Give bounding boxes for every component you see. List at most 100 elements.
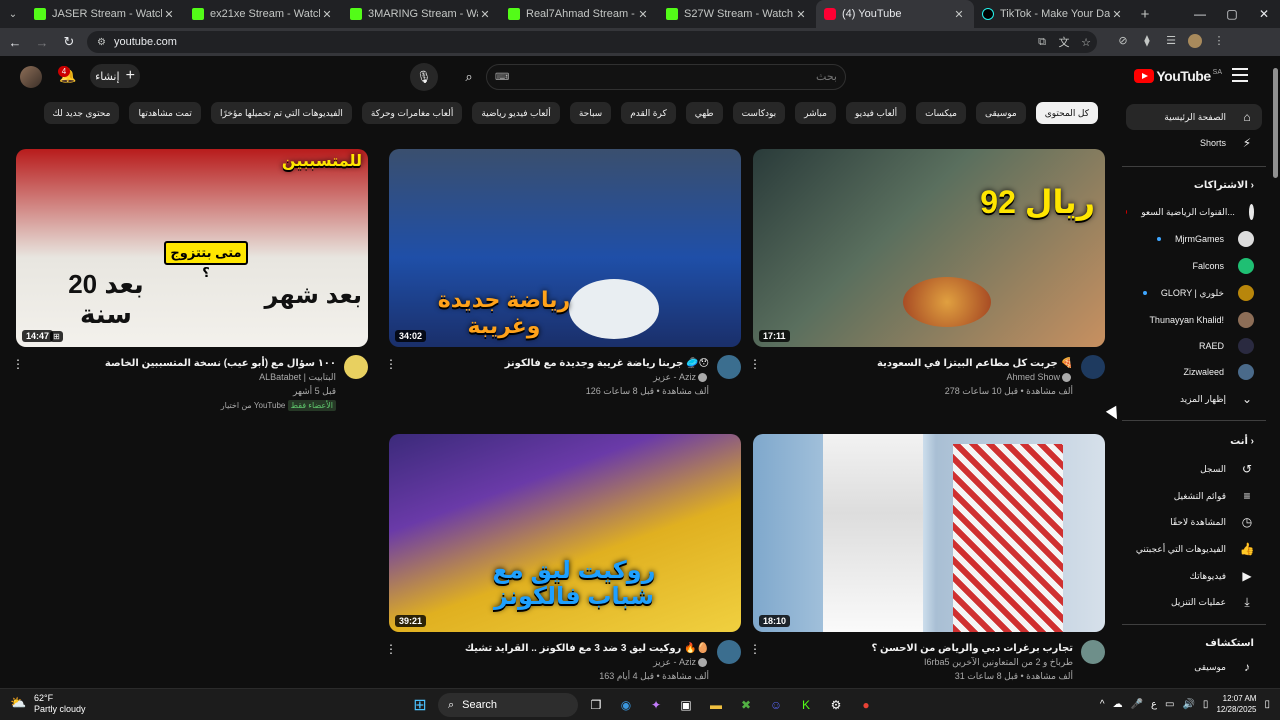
mic-icon[interactable]: 🎙 [410, 63, 438, 91]
back-button[interactable]: ← [3, 30, 27, 54]
chip[interactable]: تمت مشاهدتها [129, 102, 201, 124]
tab-search-button[interactable]: ⌄ [0, 0, 26, 28]
browser-tab[interactable]: JASER Stream - Watch Live on K✕ [26, 0, 184, 28]
task-view-icon[interactable]: ❐ [584, 693, 608, 717]
keyboard-icon[interactable]: ⌨ [495, 72, 509, 83]
minimize-icon[interactable]: — [1184, 0, 1216, 28]
close-tab-icon[interactable]: ✕ [478, 8, 492, 21]
video-title[interactable]: تجارب برغرات دبي والرياض من الاحسن ؟ [783, 642, 1073, 655]
notification-center-icon[interactable]: ▯ [1264, 699, 1270, 710]
bookmark-star-icon[interactable]: ☆ [1075, 36, 1097, 49]
video-thumbnail[interactable]: للمتسببين متى بتتزوج ؟ بعد 20 سنة بعد شه… [16, 149, 368, 347]
sidebar-item-watch-later[interactable]: المشاهدة لاحقًا ◷ [1126, 509, 1262, 535]
cloud-icon[interactable]: ☁ [1113, 699, 1123, 710]
chip[interactable]: محتوى جديد لك [43, 102, 120, 124]
settings-gear-icon[interactable]: ⚙ [824, 693, 848, 717]
video-title[interactable]: ١٠٠ سؤال مع (أبو عيب) نسخة المتسببين الخ… [46, 357, 336, 370]
language-icon[interactable]: ع [1151, 699, 1157, 710]
profile-avatar[interactable] [1183, 33, 1207, 51]
video-card[interactable]: روكيت ليق مع شباب فالكونز 39:21 روكيت لي… [385, 434, 741, 710]
sidebar-item-liked[interactable]: الفيديوهات التي أعجبتني 👍 [1126, 536, 1262, 562]
close-tab-icon[interactable]: ✕ [320, 8, 334, 21]
close-tab-icon[interactable]: ✕ [952, 8, 966, 21]
channel-avatar[interactable] [344, 355, 368, 379]
close-tab-icon[interactable]: ✕ [794, 8, 808, 21]
windows-start-icon[interactable]: ⊞ [408, 693, 432, 717]
browser-tab[interactable]: ex21xe Stream - Watch Live on✕ [184, 0, 342, 28]
close-tab-icon[interactable]: ✕ [1110, 8, 1124, 21]
subscriptions-heading[interactable]: الاشتراكات › [1194, 180, 1254, 191]
battery-icon[interactable]: ▯ [1203, 699, 1209, 710]
browser-tab[interactable]: 3MARING Stream - Watch Live✕ [342, 0, 500, 28]
video-title[interactable]: جربنا رياضة غريبة وجديدة مع فالكونز 🥏😯 [419, 357, 709, 370]
sidebar-item-music[interactable]: موسيقى ♪ [1126, 654, 1262, 680]
video-thumbnail[interactable]: 92 ريال 17:11 [753, 149, 1105, 347]
scrollbar-thumb[interactable] [1273, 68, 1278, 178]
youtube-logo[interactable]: YouTube SA [1134, 68, 1222, 84]
more-options-icon[interactable]: ⋮ [749, 357, 761, 371]
chip[interactable]: بودكاست [732, 102, 786, 124]
discord-icon[interactable]: ☺ [764, 693, 788, 717]
sidebar-item-subscription[interactable]: Zizwaleed [1126, 359, 1262, 385]
file-explorer-icon[interactable]: ▬ [704, 693, 728, 717]
channel-avatar[interactable] [1081, 355, 1105, 379]
avatar[interactable] [20, 66, 42, 88]
new-tab-button[interactable]: + [1132, 6, 1158, 23]
video-card[interactable]: 18:10 تجارب برغرات دبي والرياض من الاحسن… [749, 434, 1105, 710]
network-icon[interactable]: ▭ [1165, 699, 1174, 710]
site-info-icon[interactable]: ⚙ [97, 37, 106, 48]
puzzle-icon[interactable]: ⧫ [1135, 34, 1159, 51]
channel-name[interactable]: عزيز - Aziz [653, 372, 696, 382]
video-card[interactable]: 92 ريال 17:11 جربت كل مطاعم البيتزا في ا… [749, 149, 1105, 425]
chip[interactable]: الفيديوهات التي تم تحميلها مؤخرًا [210, 102, 352, 124]
video-title[interactable]: روكيت ليق 3 ضد 3 مع فالكونز .. القرايد ت… [419, 642, 709, 655]
video-thumbnail[interactable]: 18:10 [753, 434, 1105, 632]
browser-tab[interactable]: TikTok - Make Your Day ✕ [974, 0, 1132, 28]
extension-icon[interactable]: ⊘ [1111, 34, 1135, 51]
xbox-icon[interactable]: ✖ [734, 693, 758, 717]
chip[interactable]: موسيقى [975, 102, 1026, 124]
more-options-icon[interactable]: ⋮ [749, 642, 761, 656]
clock[interactable]: 12:07 AM 12/28/2025 [1216, 693, 1256, 715]
sidebar-item-subscription[interactable]: MjrmGames [1126, 226, 1262, 252]
menu-icon[interactable] [1232, 68, 1248, 82]
sidebar-item-shorts[interactable]: Shorts ⚡ [1126, 130, 1262, 156]
channel-name[interactable]: I6rba5 طرباخ و 2 من المتعاونين الآخرين [924, 657, 1073, 667]
install-app-icon[interactable]: ⧉ [1031, 36, 1053, 49]
browser-tab[interactable]: S27W Stream - Watch Live on K✕ [658, 0, 816, 28]
chrome-icon[interactable]: ● [854, 693, 878, 717]
kick-app-icon[interactable]: K [794, 693, 818, 717]
video-thumbnail[interactable]: رياضة جديدة وغريبة 34:02 [389, 149, 741, 347]
sidepanel-icon[interactable]: ☰ [1159, 34, 1183, 51]
search-icon[interactable]: ⌕ [456, 64, 482, 90]
sidebar-item-subscription[interactable]: GLORY | خلوري [1126, 280, 1262, 306]
sidebar-item-subscription[interactable]: Thunayyan Khalid! [1126, 307, 1262, 333]
chip[interactable]: ألعاب مغامرات وحركة [361, 102, 463, 124]
address-bar[interactable]: ⚙ youtube.com ⧉ 文 ☆ [87, 31, 1097, 53]
copilot-icon[interactable]: ✦ [644, 693, 668, 717]
sidebar-item-your-videos[interactable]: فيديوهاتك ▶ [1126, 563, 1262, 589]
video-card[interactable]: للمتسببين متى بتتزوج ؟ بعد 20 سنة بعد شه… [12, 149, 368, 425]
video-card[interactable]: رياضة جديدة وغريبة 34:02 جربنا رياضة غري… [385, 149, 741, 425]
video-title[interactable]: جربت كل مطاعم البيتزا في السعودية 🍕 [783, 357, 1073, 370]
create-button[interactable]: إنشاء + [90, 64, 140, 88]
tray-overflow-chevron-icon[interactable]: ^ [1100, 699, 1105, 710]
reload-button[interactable]: ↻ [57, 30, 81, 54]
more-options-icon[interactable]: ⋮ [385, 642, 397, 656]
store-icon[interactable]: ▣ [674, 693, 698, 717]
taskbar-search[interactable]: ⌕ Search [438, 693, 578, 717]
chip[interactable]: سباحة [569, 102, 612, 124]
channel-avatar[interactable] [717, 355, 741, 379]
translate-icon[interactable]: 文 [1053, 34, 1075, 50]
browser-tab[interactable]: Real7Ahmad Stream - Watch Li✕ [500, 0, 658, 28]
chip[interactable]: مباشر [795, 102, 836, 124]
video-thumbnail[interactable]: روكيت ليق مع شباب فالكونز 39:21 [389, 434, 741, 632]
maximize-icon[interactable]: ▢ [1216, 0, 1248, 28]
more-options-icon[interactable]: ⋮ [12, 357, 24, 371]
close-window-icon[interactable]: ✕ [1248, 0, 1280, 28]
channel-name[interactable]: Ahmed Show [1006, 372, 1060, 382]
sidebar-item-history[interactable]: السجل ↺ [1126, 456, 1262, 482]
chip[interactable]: طهي [685, 102, 723, 124]
channel-name[interactable]: عزيز - Aziz [653, 657, 696, 667]
sidebar-item-home[interactable]: الصفحة الرئيسية ⌂ [1126, 104, 1262, 130]
